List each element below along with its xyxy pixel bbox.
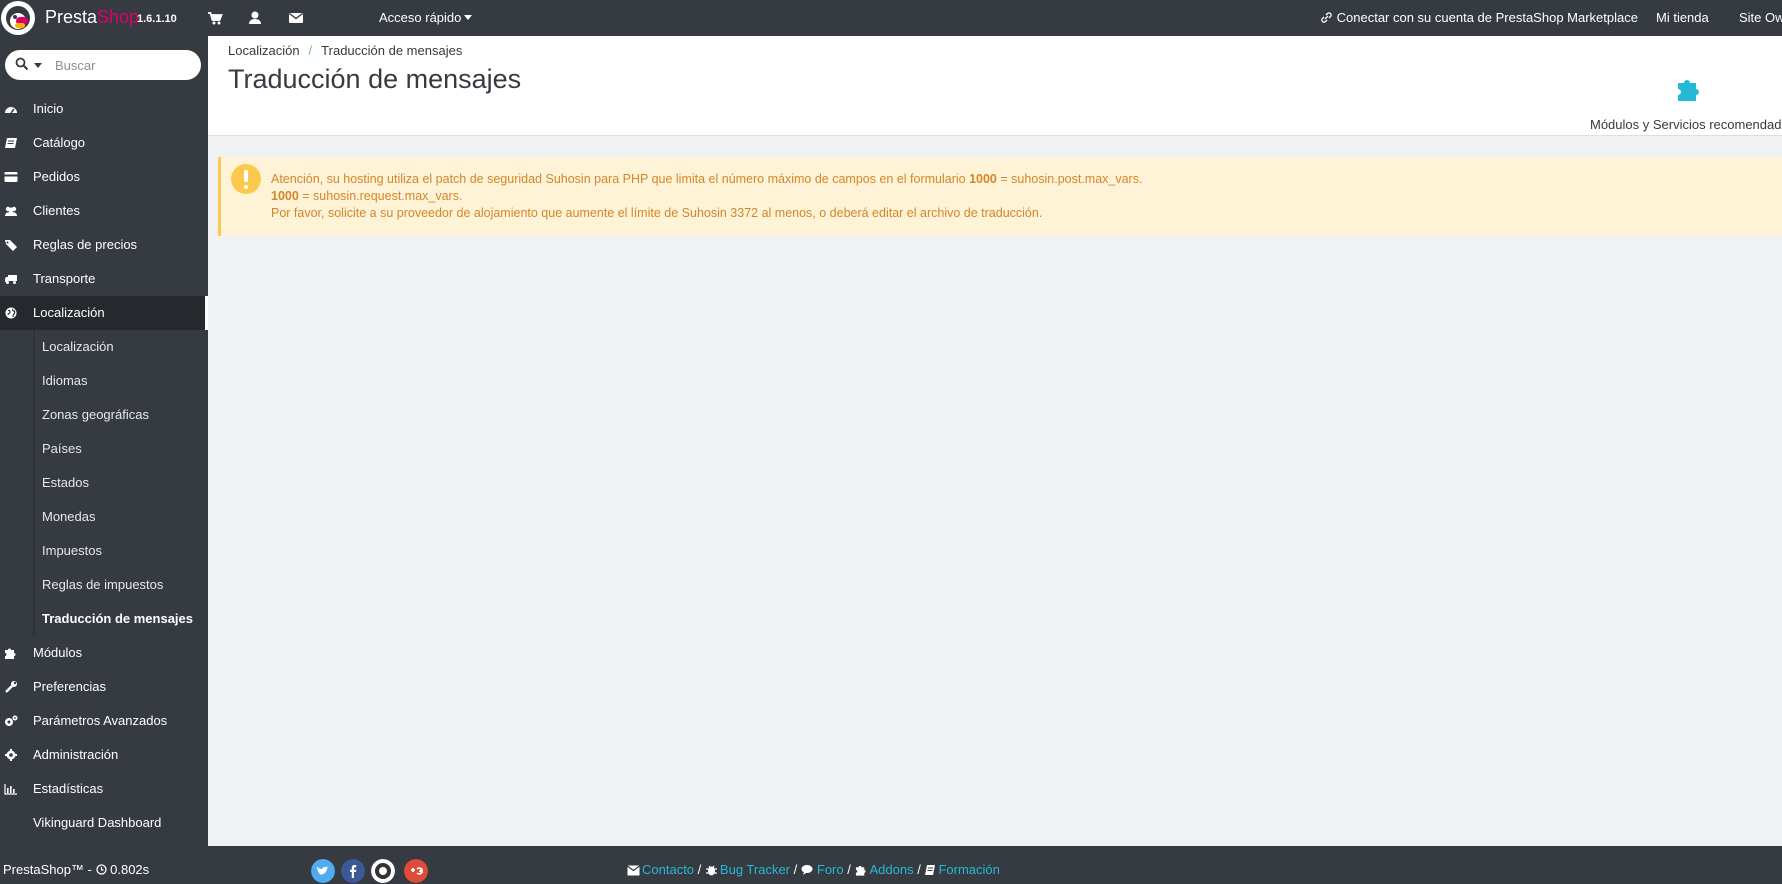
search-box[interactable] — [5, 50, 201, 80]
book-icon — [5, 138, 17, 148]
puzzle-icon — [855, 865, 866, 876]
bar-chart-icon — [4, 784, 17, 795]
top-bar: PrestaShop 1.6.1.10 Acceso rápido Conect… — [0, 0, 1782, 36]
submenu-item-idiomas[interactable]: Idiomas — [0, 364, 208, 398]
warning-message: Atención, su hosting utiliza el patch de… — [271, 172, 1143, 220]
main-menu: Inicio Catálogo Pedidos Clientes Reglas … — [0, 92, 208, 840]
cogs-icon — [5, 715, 18, 726]
addons-link[interactable]: Addons — [870, 862, 914, 877]
sidebar-item-parametros-avanzados[interactable]: Parámetros Avanzados — [0, 704, 208, 738]
footer-links: Contacto / Bug Tracker / Foro / Addons /… — [627, 862, 1000, 877]
google-plus-icon[interactable] — [404, 859, 428, 883]
breadcrumb: Localización / Traducción de mensajes — [228, 43, 462, 58]
tags-icon — [5, 240, 17, 251]
sidebar-item-estadisticas[interactable]: Estadísticas — [0, 772, 208, 806]
chevron-down-icon[interactable] — [34, 63, 42, 68]
comments-icon — [801, 865, 813, 875]
facebook-icon[interactable] — [341, 859, 365, 883]
bug-tracker-link[interactable]: Bug Tracker — [720, 862, 790, 877]
sidebar-item-vikinguard-dashboard[interactable]: Vikinguard Dashboard — [0, 806, 208, 840]
truck-icon — [5, 275, 17, 284]
breadcrumb-parent[interactable]: Localización — [228, 43, 300, 58]
submenu-item-reglas-de-impuestos[interactable]: Reglas de impuestos — [0, 568, 208, 602]
quick-access-dropdown[interactable]: Acceso rápido — [379, 10, 473, 25]
submenu-item-traduccion-de-mensajes[interactable]: Traducción de mensajes — [0, 602, 208, 636]
chevron-down-icon — [464, 15, 473, 20]
training-link[interactable]: Formación — [938, 862, 999, 877]
forum-link[interactable]: Foro — [817, 862, 844, 877]
sidebar-item-catalogo[interactable]: Catálogo — [0, 126, 208, 160]
sidebar-item-modulos[interactable]: Módulos — [0, 636, 208, 670]
sidebar-item-clientes[interactable]: Clientes — [0, 194, 208, 228]
submenu-item-zonas-geograficas[interactable]: Zonas geográficas — [0, 398, 208, 432]
breadcrumb-current: Traducción de mensajes — [321, 43, 463, 58]
footer-info: PrestaShop™ - 0.802s — [3, 862, 150, 877]
sidebar-item-preferencias[interactable]: Preferencias — [0, 670, 208, 704]
submenu-localizacion: Localización Idiomas Zonas geográficas P… — [0, 330, 208, 636]
prestashop-logo[interactable] — [1, 1, 35, 35]
sidebar-item-localizacion[interactable]: Localización — [0, 296, 208, 330]
version-label: 1.6.1.10 — [137, 13, 177, 25]
submenu-item-paises[interactable]: Países — [0, 432, 208, 466]
sidebar: Inicio Catálogo Pedidos Clientes Reglas … — [0, 36, 208, 846]
credit-card-icon — [4, 172, 18, 182]
bug-icon — [705, 865, 717, 876]
load-time: 0.802s — [110, 862, 150, 877]
sidebar-item-reglas-de-precios[interactable]: Reglas de precios — [0, 228, 208, 262]
sidebar-item-transporte[interactable]: Transporte — [0, 262, 208, 296]
puzzle-icon — [1678, 80, 1699, 101]
marketplace-link[interactable]: Conectar con su cuenta de PrestaShop Mar… — [1320, 10, 1638, 25]
footer: PrestaShop™ - 0.802s Contacto / Bug Trac… — [0, 846, 1782, 884]
cart-icon[interactable] — [206, 9, 224, 27]
book-icon — [925, 865, 936, 875]
search-icon[interactable] — [15, 57, 29, 71]
submenu-item-impuestos[interactable]: Impuestos — [0, 534, 208, 568]
sidebar-item-administracion[interactable]: Administración — [0, 738, 208, 772]
search-input[interactable] — [55, 55, 195, 75]
users-icon — [5, 206, 17, 216]
globe-icon — [5, 307, 17, 319]
sidebar-item-inicio[interactable]: Inicio — [0, 92, 208, 126]
gear-icon — [5, 749, 17, 761]
envelope-icon[interactable] — [287, 9, 305, 27]
clock-icon — [95, 864, 107, 875]
link-icon — [1321, 12, 1332, 23]
recommended-modules-label: Módulos y Servicios recomendados — [1590, 117, 1782, 132]
brand-name[interactable]: PrestaShop — [45, 7, 139, 28]
page-title: Traducción de mensajes — [228, 64, 522, 94]
wrench-icon — [5, 681, 17, 693]
submenu-item-monedas[interactable]: Monedas — [0, 500, 208, 534]
submenu-item-estados[interactable]: Estados — [0, 466, 208, 500]
breadcrumb-separator: / — [308, 43, 313, 58]
sidebar-item-pedidos[interactable]: Pedidos — [0, 160, 208, 194]
page-header: Localización / Traducción de mensajes Trad… — [208, 36, 1782, 136]
twitter-icon[interactable] — [311, 859, 335, 883]
github-icon[interactable] — [371, 859, 395, 883]
contact-link[interactable]: Contacto — [642, 862, 694, 877]
dashboard-icon — [5, 107, 17, 114]
warning-icon — [231, 164, 261, 194]
envelope-icon — [627, 865, 640, 876]
suhosin-warning-alert: Atención, su hosting utiliza el patch de… — [218, 157, 1782, 236]
puzzle-icon — [5, 648, 16, 659]
site-link[interactable]: Site Ow — [1739, 10, 1782, 25]
recommended-modules-button[interactable]: Módulos y Servicios recomendados — [1590, 56, 1782, 132]
my-shop-link[interactable]: Mi tienda — [1656, 10, 1709, 25]
user-icon[interactable] — [246, 9, 264, 27]
submenu-item-localizacion[interactable]: Localización — [0, 330, 208, 364]
